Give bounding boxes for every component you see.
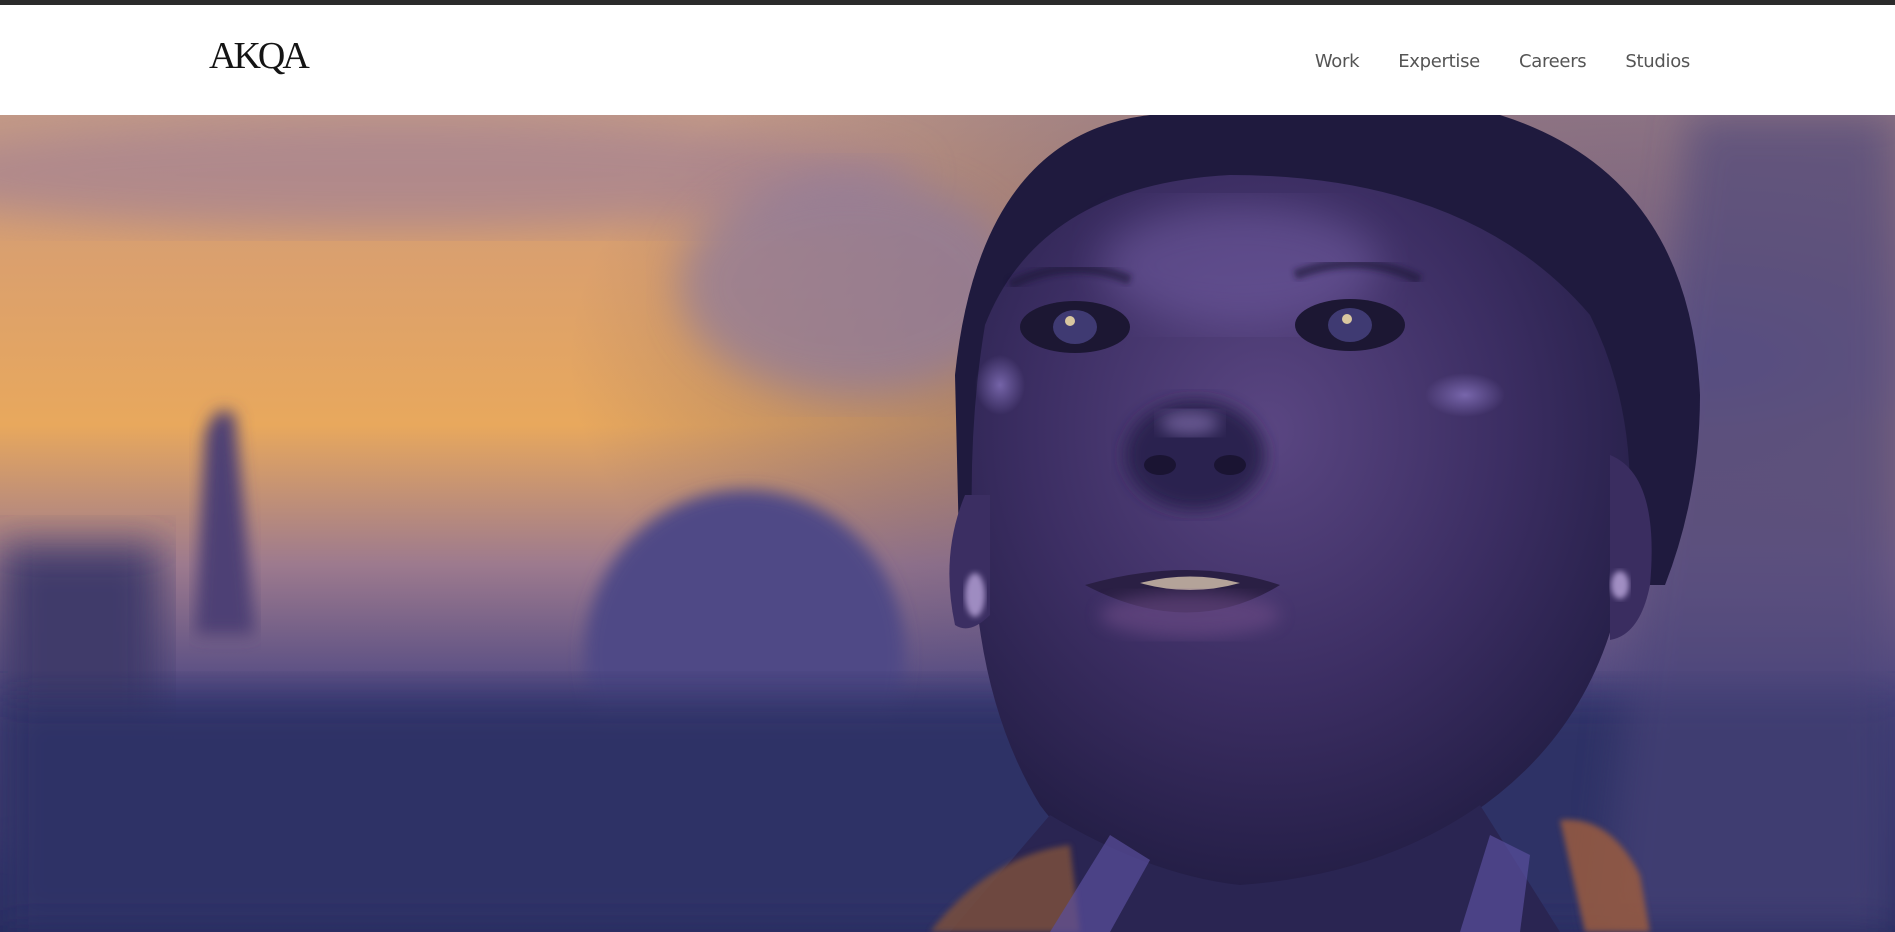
nav-item-work[interactable]: Work <box>1315 51 1360 72</box>
site-header: AKQA Work Expertise Careers Studios <box>0 5 1895 115</box>
akqa-logo[interactable]: AKQA <box>209 37 310 75</box>
hero-section <box>0 115 1895 932</box>
nav-item-expertise[interactable]: Expertise <box>1398 51 1480 72</box>
main-nav: Work Expertise Careers Studios <box>1315 51 1690 72</box>
nav-item-careers[interactable]: Careers <box>1519 51 1587 72</box>
hero-image <box>0 115 1895 932</box>
nav-item-studios[interactable]: Studios <box>1625 51 1690 72</box>
